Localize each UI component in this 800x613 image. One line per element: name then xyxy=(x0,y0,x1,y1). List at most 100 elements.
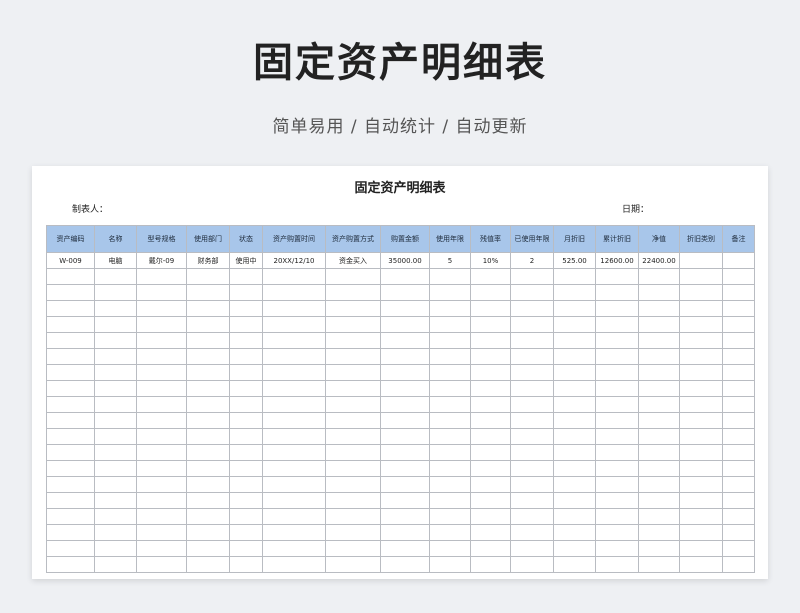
table-cell[interactable]: 35000.00 xyxy=(380,252,430,269)
table-cell[interactable] xyxy=(510,268,554,285)
table-cell[interactable] xyxy=(325,428,381,445)
table-cell[interactable]: 5 xyxy=(429,252,471,269)
table-cell[interactable] xyxy=(553,412,596,429)
table-cell[interactable] xyxy=(136,380,187,397)
table-cell[interactable] xyxy=(429,508,471,525)
table-cell[interactable] xyxy=(595,412,639,429)
table-cell[interactable] xyxy=(136,492,187,509)
table-cell[interactable] xyxy=(46,428,95,445)
table-cell[interactable] xyxy=(262,508,326,525)
table-cell[interactable] xyxy=(94,556,137,573)
table-cell[interactable] xyxy=(325,268,381,285)
table-cell[interactable]: 20XX/12/10 xyxy=(262,252,326,269)
table-cell[interactable] xyxy=(136,300,187,317)
table-cell[interactable] xyxy=(553,476,596,493)
table-cell[interactable] xyxy=(679,396,723,413)
table-cell[interactable] xyxy=(229,412,263,429)
table-cell[interactable] xyxy=(325,284,381,301)
table-cell[interactable] xyxy=(638,540,680,557)
table-cell[interactable] xyxy=(46,348,95,365)
table-cell[interactable] xyxy=(325,476,381,493)
table-cell[interactable] xyxy=(679,508,723,525)
table-cell[interactable] xyxy=(229,332,263,349)
table-cell[interactable] xyxy=(510,444,554,461)
table-cell[interactable] xyxy=(638,380,680,397)
table-cell[interactable] xyxy=(553,284,596,301)
column-header[interactable]: 已使用年限 xyxy=(510,225,554,253)
table-cell[interactable] xyxy=(429,540,471,557)
table-cell[interactable] xyxy=(429,316,471,333)
table-cell[interactable] xyxy=(94,268,137,285)
column-header[interactable]: 资产编码 xyxy=(46,225,95,253)
table-cell[interactable] xyxy=(94,412,137,429)
table-cell[interactable] xyxy=(429,476,471,493)
table-cell[interactable]: W-009 xyxy=(46,252,95,269)
table-cell[interactable] xyxy=(136,508,187,525)
table-cell[interactable] xyxy=(470,380,511,397)
table-cell[interactable] xyxy=(679,556,723,573)
table-cell[interactable] xyxy=(638,364,680,381)
table-cell[interactable] xyxy=(595,524,639,541)
table-cell[interactable] xyxy=(380,492,430,509)
table-cell[interactable] xyxy=(46,380,95,397)
table-cell[interactable] xyxy=(94,364,137,381)
table-cell[interactable] xyxy=(722,396,755,413)
table-cell[interactable] xyxy=(380,524,430,541)
table-cell[interactable] xyxy=(679,380,723,397)
table-cell[interactable] xyxy=(638,332,680,349)
table-cell[interactable] xyxy=(510,412,554,429)
table-cell[interactable] xyxy=(380,412,430,429)
table-cell[interactable] xyxy=(553,380,596,397)
table-cell[interactable] xyxy=(470,460,511,477)
table-cell[interactable] xyxy=(679,444,723,461)
table-cell[interactable] xyxy=(46,300,95,317)
table-cell[interactable] xyxy=(553,300,596,317)
table-cell[interactable] xyxy=(325,556,381,573)
table-cell[interactable] xyxy=(470,444,511,461)
table-cell[interactable]: 使用中 xyxy=(229,252,263,269)
table-cell[interactable] xyxy=(325,380,381,397)
table-cell[interactable]: 10% xyxy=(470,252,511,269)
table-cell[interactable] xyxy=(470,492,511,509)
table-cell[interactable] xyxy=(638,476,680,493)
table-cell[interactable] xyxy=(638,396,680,413)
table-cell[interactable] xyxy=(553,508,596,525)
table-cell[interactable] xyxy=(553,428,596,445)
table-cell[interactable] xyxy=(46,396,95,413)
table-cell[interactable] xyxy=(722,492,755,509)
table-cell[interactable] xyxy=(325,412,381,429)
table-cell[interactable] xyxy=(722,508,755,525)
table-cell[interactable] xyxy=(380,428,430,445)
table-cell[interactable] xyxy=(46,412,95,429)
table-cell[interactable] xyxy=(136,316,187,333)
table-cell[interactable] xyxy=(470,476,511,493)
table-cell[interactable] xyxy=(595,428,639,445)
table-cell[interactable] xyxy=(553,444,596,461)
table-cell[interactable] xyxy=(262,364,326,381)
table-cell[interactable] xyxy=(638,284,680,301)
table-cell[interactable] xyxy=(186,492,230,509)
table-cell[interactable] xyxy=(325,396,381,413)
table-cell[interactable] xyxy=(186,556,230,573)
table-cell[interactable] xyxy=(262,428,326,445)
table-cell[interactable] xyxy=(136,364,187,381)
table-cell[interactable] xyxy=(722,252,755,269)
table-cell[interactable] xyxy=(553,364,596,381)
table-cell[interactable] xyxy=(46,444,95,461)
table-cell[interactable] xyxy=(429,268,471,285)
table-cell[interactable] xyxy=(229,364,263,381)
table-cell[interactable]: 525.00 xyxy=(553,252,596,269)
table-cell[interactable] xyxy=(380,364,430,381)
table-cell[interactable] xyxy=(553,316,596,333)
table-cell[interactable] xyxy=(262,348,326,365)
table-cell[interactable] xyxy=(186,428,230,445)
table-cell[interactable] xyxy=(510,284,554,301)
table-cell[interactable] xyxy=(229,508,263,525)
table-cell[interactable] xyxy=(380,300,430,317)
table-cell[interactable] xyxy=(510,428,554,445)
table-cell[interactable] xyxy=(136,348,187,365)
table-cell[interactable] xyxy=(429,444,471,461)
table-cell[interactable] xyxy=(510,508,554,525)
table-cell[interactable] xyxy=(638,508,680,525)
table-cell[interactable] xyxy=(186,300,230,317)
